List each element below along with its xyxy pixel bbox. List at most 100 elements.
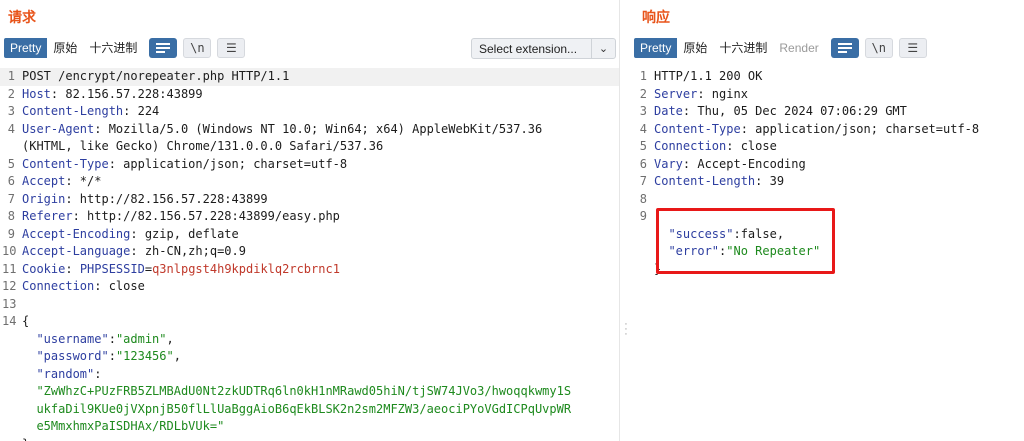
code-line[interactable]: 6 Accept: */* — [0, 173, 619, 191]
code-line[interactable]: 14 { — [0, 313, 619, 331]
code-line[interactable]: 9 Accept-Encoding: gzip, deflate — [0, 226, 619, 244]
code-text: Connection: close — [22, 278, 145, 296]
code-line[interactable]: "ZwWhzC+PUzFRB5ZLMBAdU0Nt2zkUDTRq6ln0kH1… — [0, 383, 619, 401]
menu-button[interactable]: ☰ — [898, 38, 927, 58]
code-text: Accept-Language: zh-CN,zh;q=0.9 — [22, 243, 246, 261]
syntax-text: : — [65, 261, 80, 276]
code-line[interactable]: "username":"admin", — [0, 331, 619, 349]
code-line[interactable]: 6 Vary: Accept-Encoding — [632, 156, 1024, 174]
code-text: "username":"admin", — [22, 331, 174, 349]
hamburger-icon: ☰ — [907, 41, 919, 55]
syntax-text — [22, 332, 36, 346]
syntax-value: q3nlpgst4h9kpdiklq2rcbrnc1 — [152, 261, 340, 276]
syntax-key: Cookie — [22, 261, 66, 276]
code-text: Host: 82.156.57.228:43899 — [22, 86, 203, 104]
code-line[interactable]: (KHTML, like Gecko) Chrome/131.0.0.0 Saf… — [0, 138, 619, 156]
line-number: 1 — [639, 69, 647, 83]
line-number: 1 — [7, 69, 15, 83]
syntax-text: : http://82.156.57.228:43899/easy.php — [72, 209, 340, 223]
code-line[interactable]: 1 HTTP/1.1 200 OK — [632, 68, 1024, 86]
syntax-text: : — [94, 366, 102, 381]
syntax-key: Content-Type — [22, 156, 109, 171]
code-line[interactable]: ukfaDil9KUe0jVXpnjB50flLlUaBggAioB6qEkBL… — [0, 401, 619, 419]
syntax-key: Connection — [654, 139, 727, 153]
wrap-lines-button[interactable] — [830, 38, 859, 58]
syntax-text: (KHTML, like Gecko) Chrome/131.0.0.0 Saf… — [22, 139, 384, 153]
code-line[interactable]: } — [0, 436, 619, 441]
wrap-lines-button[interactable] — [149, 38, 178, 58]
code-text: Server: nginx — [654, 86, 748, 104]
tab-raw[interactable]: 原始 — [677, 38, 713, 58]
tab-pretty[interactable]: Pretty — [4, 38, 48, 58]
syntax-text: , — [166, 331, 174, 346]
wrap-lines-icon — [156, 42, 171, 54]
code-line[interactable]: 4 Content-Type: application/json; charset… — [632, 121, 1024, 139]
syntax-text: : http://82.156.57.228:43899 — [65, 191, 268, 206]
line-number: 7 — [639, 174, 647, 188]
code-line[interactable]: 3 Content-Length: 224 — [0, 103, 619, 121]
chevron-down-icon: ⌄ — [598, 43, 609, 55]
syntax-key: Host — [22, 86, 51, 101]
code-text: "password":"123456", — [22, 348, 181, 366]
line-number: 6 — [7, 174, 15, 188]
line-number: 10 — [2, 244, 17, 258]
code-text: Referer: http://82.156.57.228:43899/easy… — [22, 208, 340, 226]
code-line[interactable]: "random": — [0, 366, 619, 384]
syntax-text — [22, 349, 36, 363]
tab-hex[interactable]: 十六进制 — [713, 38, 773, 58]
line-number: 2 — [639, 86, 647, 101]
code-line[interactable]: 7 Content-Length: 39 — [632, 173, 1024, 191]
syntax-key: Accept — [22, 174, 66, 188]
request-title: 请求 — [8, 9, 36, 25]
syntax-key: Accept-Encoding — [22, 226, 131, 241]
drag-handle-icon[interactable]: · · · — [624, 319, 628, 340]
syntax-key: Content-Type — [654, 121, 741, 136]
tab-render[interactable]: Render — [773, 38, 824, 58]
request-editor[interactable]: 1 POST /encrypt/norepeater.php HTTP/1.1 2 H… — [0, 68, 619, 441]
code-line[interactable]: 8 — [632, 191, 1024, 209]
select-extension-dropdown[interactable]: Select extension... ⌄ — [471, 38, 616, 59]
code-line[interactable]: 13 — [0, 296, 619, 314]
code-text: } — [22, 436, 29, 441]
code-line[interactable]: 5 Connection: close — [632, 138, 1024, 156]
tab-pretty[interactable]: Pretty — [634, 38, 678, 58]
code-line[interactable]: 12 Connection: close — [0, 278, 619, 296]
code-line[interactable]: 11 Cookie: PHPSESSID=q3nlpgst4h9kpdiklq2r… — [0, 261, 619, 279]
line-number: 8 — [639, 191, 647, 206]
code-line[interactable]: 1 POST /encrypt/norepeater.php HTTP/1.1 — [0, 68, 619, 86]
line-number: 9 — [7, 226, 15, 241]
line-number: 12 — [2, 279, 17, 293]
menu-button[interactable]: ☰ — [217, 38, 246, 58]
show-newlines-button[interactable]: \n — [183, 38, 212, 58]
code-line[interactable]: 7 Origin: http://82.156.57.228:43899 — [0, 191, 619, 209]
code-text: ukfaDil9KUe0jVXpnjB50flLlUaBggAioB6qEkBL… — [22, 401, 571, 419]
code-text: "random": — [22, 366, 101, 384]
code-line[interactable]: "password":"123456", — [0, 348, 619, 366]
syntax-text: HTTP/1.1 200 OK — [654, 69, 763, 83]
code-line[interactable]: 3 Date: Thu, 05 Dec 2024 07:06:29 GMT — [632, 103, 1024, 121]
code-line[interactable]: 2 Host: 82.156.57.228:43899 — [0, 86, 619, 104]
code-text: Connection: close — [654, 138, 777, 156]
syntax-text: : 39 — [755, 174, 785, 188]
code-line[interactable]: 2 Server: nginx — [632, 86, 1024, 104]
pane-divider[interactable]: · · · — [619, 0, 633, 441]
code-line[interactable]: 4 User-Agent: Mozilla/5.0 (Windows NT 10.… — [0, 121, 619, 139]
highlight-box — [656, 208, 835, 274]
syntax-text: : — [108, 331, 116, 346]
syntax-key: PHPSESSID — [79, 261, 145, 276]
code-line[interactable]: 8 Referer: http://82.156.57.228:43899/eas… — [0, 208, 619, 226]
response-toolbar: Pretty 原始 十六进制 Render \n ☰ — [634, 38, 927, 58]
syntax-key: Referer — [22, 209, 73, 223]
code-text: { — [22, 313, 29, 331]
line-number: 5 — [7, 156, 15, 171]
code-line[interactable]: 10 Accept-Language: zh-CN,zh;q=0.9 — [0, 243, 619, 261]
code-line[interactable]: 5 Content-Type: application/json; charset… — [0, 156, 619, 174]
tab-raw[interactable]: 原始 — [47, 38, 83, 58]
code-line[interactable]: e5MmxhmxPaISDHAx/RDLbVUk=" — [0, 418, 619, 436]
syntax-text: : Mozilla/5.0 (Windows NT 10.0; Win64; x… — [94, 121, 543, 136]
show-newlines-button[interactable]: \n — [864, 38, 893, 58]
tab-hex[interactable]: 十六进制 — [83, 38, 143, 58]
line-number: 5 — [639, 139, 647, 153]
syntax-text: : application/json; charset=utf-8 — [108, 156, 348, 171]
response-view-tabs: Pretty 原始 十六进制 Render — [634, 38, 825, 58]
